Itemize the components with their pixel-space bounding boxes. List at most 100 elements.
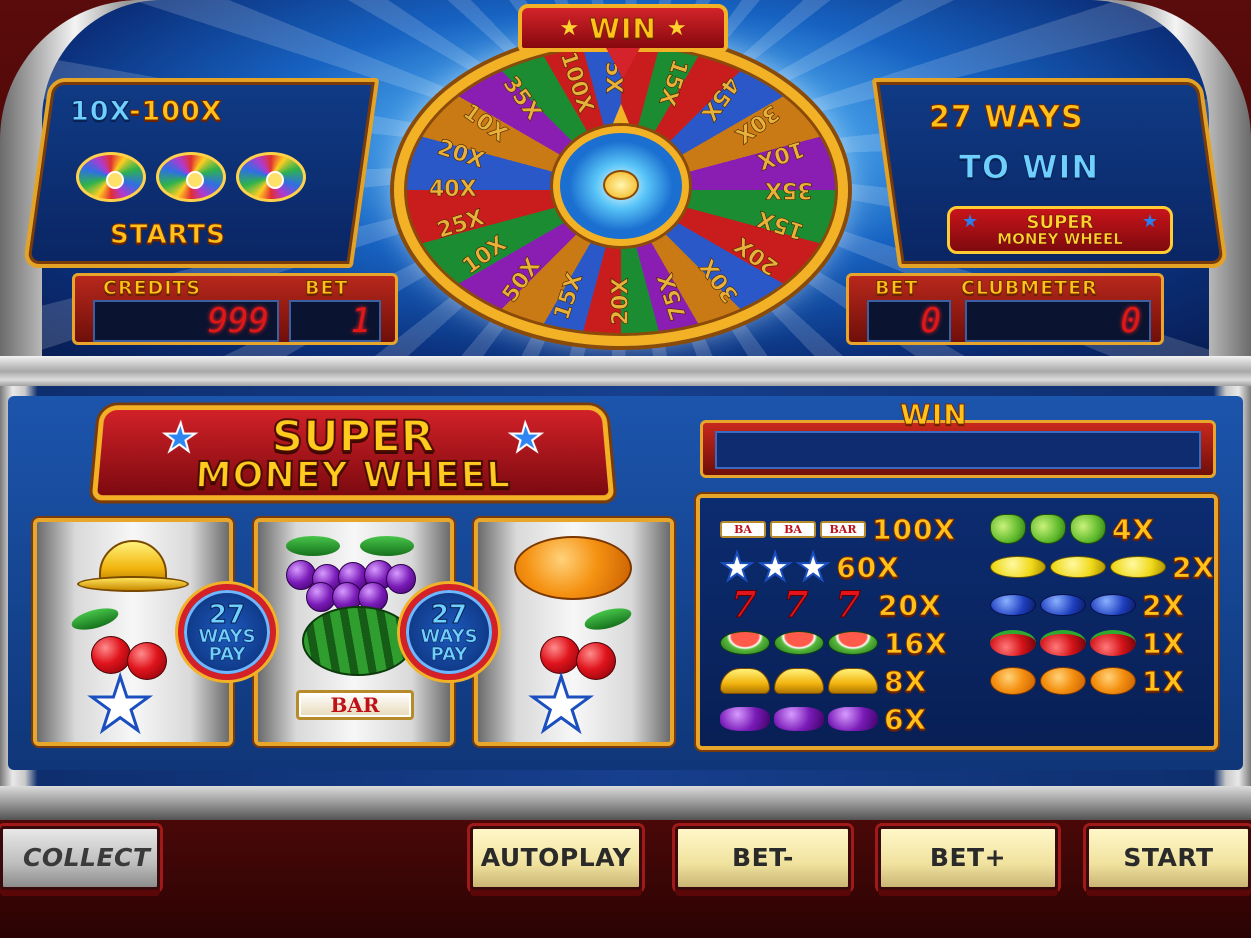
- wheel-pointer-icon: [606, 48, 640, 78]
- seven-icon: 7: [783, 584, 809, 626]
- reel-3: ★: [474, 518, 674, 746]
- cherry-icon: [1040, 630, 1086, 656]
- hub-gem: [603, 170, 639, 200]
- paytable-symbols: [720, 707, 878, 731]
- plum-icon: [1090, 594, 1136, 616]
- range-min: 10X: [70, 96, 130, 128]
- paytable-multiplier: 2X: [1141, 588, 1186, 622]
- paytable-row: 2X: [990, 550, 1215, 584]
- credits-display: 999: [93, 300, 279, 342]
- bet-display: 0: [867, 300, 951, 342]
- bet-minus-button[interactable]: BET-: [675, 826, 851, 890]
- paytable-symbols: [990, 667, 1136, 695]
- star-icon: ★: [666, 15, 687, 41]
- wheel-segment-label: 40X: [429, 177, 477, 203]
- mini-logo-line1: SUPER: [1026, 211, 1094, 233]
- ways-pay-badge: 27 WAYS PAY: [178, 584, 276, 680]
- bet-plus-button[interactable]: BET+: [878, 826, 1058, 890]
- wheel-segment-label: 35X: [765, 177, 813, 203]
- lemon-icon: [1110, 556, 1166, 578]
- win-display: [715, 431, 1201, 469]
- paytable-symbols: [990, 630, 1136, 656]
- paytable-row: 7 7 7 20X: [720, 584, 942, 626]
- wheel-hub: [553, 126, 689, 246]
- clubmeter-label: CLUBMETER: [961, 277, 1098, 300]
- seven-icon: 7: [835, 584, 861, 626]
- paytable-multiplier: 16X: [884, 626, 948, 660]
- paytable-row: 4X: [990, 512, 1155, 546]
- credits-label: CREDITS: [102, 277, 202, 300]
- paytable-multiplier: 2X: [1171, 550, 1216, 584]
- pear-icon: [1070, 514, 1106, 544]
- star-icon: ★: [757, 545, 793, 589]
- pear-icon: [1030, 514, 1066, 544]
- starts-label: STARTS: [110, 220, 227, 251]
- paytable-row: BA BA BAR 100X: [720, 512, 956, 546]
- cherry-icon: [1090, 630, 1136, 656]
- watermelon-icon: [720, 631, 770, 655]
- autoplay-button[interactable]: AUTOPLAY: [470, 826, 642, 890]
- bell-icon: [828, 668, 878, 694]
- star-icon: ★: [1141, 211, 1158, 232]
- credits-bet-counters: CREDITS BET 999 1: [72, 273, 398, 345]
- pear-icon: [990, 514, 1026, 544]
- wheel-win-text: WIN: [589, 11, 657, 45]
- paytable-multiplier: 1X: [1141, 626, 1186, 660]
- wheel-win-banner: ★ WIN ★: [518, 4, 728, 52]
- star-icon: ★: [559, 15, 580, 41]
- money-wheel: 5X 15X 45X 30X 10X 35X 15X 20X 30X 75X 20X 15X 50X 10…: [390, 30, 852, 350]
- bar-icon: BAR: [820, 520, 866, 538]
- feature-panel-right: 27 WAYS TO WIN ★ ★ SUPER MONEY WHEEL: [871, 78, 1229, 268]
- star-icon: ★: [795, 545, 831, 589]
- plum-icon: [1040, 594, 1086, 616]
- mini-logo-line2: MONEY WHEEL: [997, 229, 1123, 248]
- paytable-row: 1X: [990, 664, 1185, 698]
- collect-button[interactable]: COLLECT: [0, 826, 160, 890]
- ways-pay-badge: 27 WAYS PAY: [400, 584, 498, 680]
- bell-icon: [774, 668, 824, 694]
- paytable-multiplier: 1X: [1141, 664, 1186, 698]
- paytable-multiplier: 4X: [1111, 512, 1156, 546]
- bell-icon: [73, 536, 193, 592]
- grapes-icon: [286, 536, 416, 612]
- plum-icon: [990, 594, 1036, 616]
- grapes-icon: [774, 707, 824, 731]
- mini-wheel-row: [76, 152, 306, 202]
- paytable-symbols: [720, 668, 878, 694]
- game-logo: ★ ★ SUPER MONEY WHEEL: [91, 405, 615, 501]
- grapes-icon: [828, 707, 878, 731]
- lemon-icon: [990, 556, 1046, 578]
- paytable-symbols: 777: [720, 584, 872, 626]
- chrome-separator: [0, 356, 1251, 390]
- wheel-segment-label: 20X: [608, 277, 634, 326]
- paytable-row: ★ ★ ★ 60X: [719, 545, 900, 589]
- paytable-row: 8X: [720, 664, 927, 698]
- bet-label: BET: [304, 277, 349, 300]
- win-label: WIN: [900, 398, 968, 432]
- mini-wheel-icon: [236, 152, 306, 202]
- watermelon-icon: [828, 631, 878, 655]
- to-win-label: TO WIN: [959, 148, 1100, 187]
- paytable-symbols: BA BA BAR: [720, 520, 866, 538]
- seven-icon: 7: [731, 584, 757, 626]
- start-button[interactable]: START: [1086, 826, 1251, 890]
- logo-money-wheel: MONEY WHEEL: [193, 454, 513, 497]
- paytable-symbols: [720, 631, 878, 655]
- mini-wheel-icon: [156, 152, 226, 202]
- cherry-icon: [990, 630, 1036, 656]
- paytable-row: 16X: [720, 626, 948, 660]
- bet-label: BET: [874, 277, 919, 300]
- paytable-row: 2X: [990, 588, 1185, 622]
- paytable-symbols: [990, 556, 1166, 578]
- orange-icon: [1090, 667, 1136, 695]
- star-icon: ★: [719, 545, 755, 589]
- paytable-multiplier: 20X: [878, 588, 942, 622]
- feature-panel-left: 10X-100X STARTS: [22, 78, 380, 268]
- bar-icon: BA: [770, 520, 816, 538]
- paytable-row: 1X: [990, 626, 1185, 660]
- mini-wheel-icon: [76, 152, 146, 202]
- bar-icon: BAR: [296, 690, 414, 720]
- multiplier-range: 10X-100X: [70, 96, 224, 128]
- ways-label: 27 WAYS: [929, 100, 1085, 136]
- paytable-multiplier: 100X: [871, 512, 957, 546]
